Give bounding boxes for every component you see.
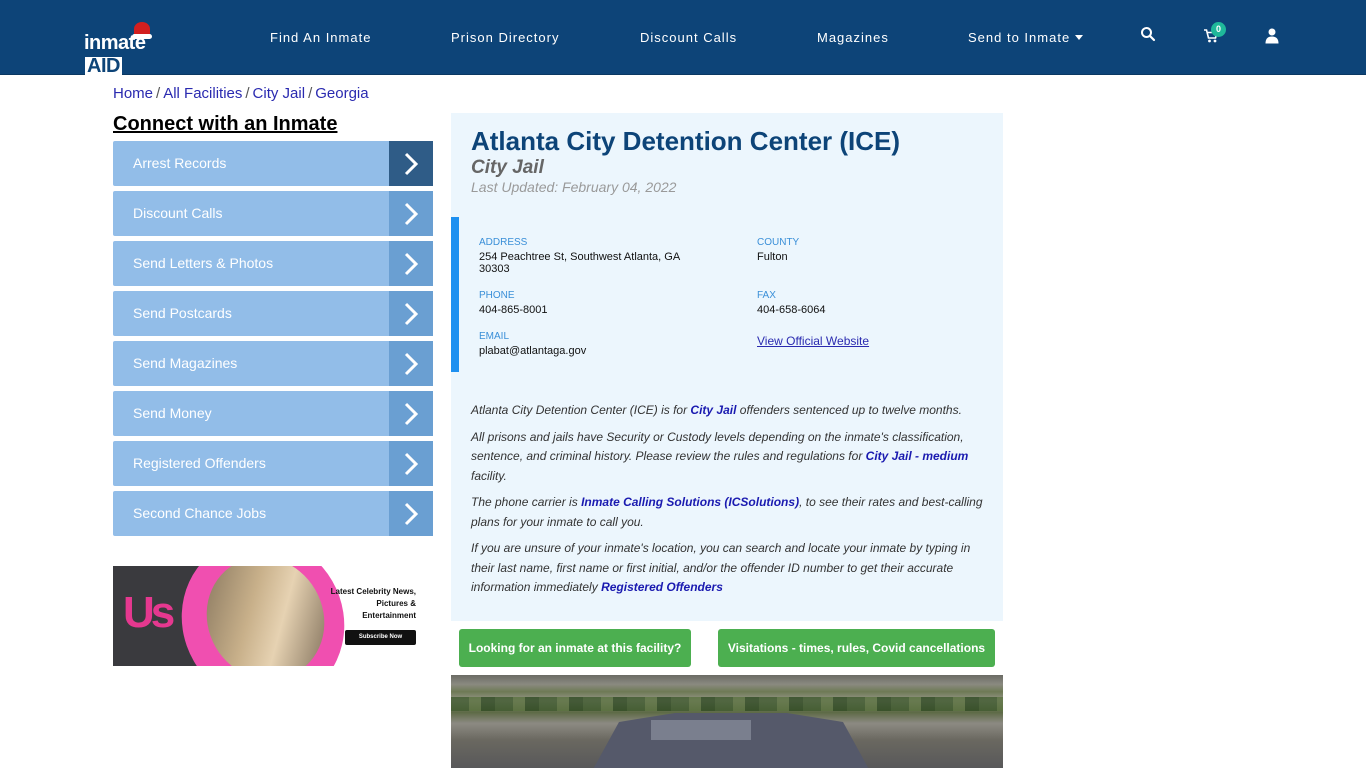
sidebar-item-label: Arrest Records [133,155,227,171]
breadcrumb-home[interactable]: Home [113,85,153,102]
address-label: ADDRESS [479,237,528,248]
nav-find-an-inmate[interactable]: Find An Inmate [270,30,371,45]
us-weekly-ad-banner[interactable]: Us Latest Celebrity News, Pictures & Ent… [113,566,419,666]
ad-brand-logo: Us [123,588,175,637]
text: Atlanta City Detention Center (ICE) is f… [471,403,691,417]
fax-value: 404-658-6064 [757,304,826,316]
chevron-right-icon [389,141,433,186]
sidebar-item-label: Send Letters & Photos [133,255,274,271]
find-inmate-at-facility-button[interactable]: Looking for an inmate at this facility? [459,629,691,667]
text: The phone carrier is [471,495,582,509]
text: offenders sentenced up to twelve months. [736,403,962,417]
address-line2: 30303 [479,263,510,275]
chevron-right-icon [389,491,433,536]
facility-contact-info: ADDRESS 254 Peachtree St, Southwest Atla… [451,217,1003,372]
breadcrumb-separator: / [308,85,313,102]
sidebar-item-send-money[interactable]: Send Money [113,391,433,436]
logo-accent: AID [85,55,122,77]
description-paragraph: All prisons and jails have Security or C… [471,428,991,487]
visitations-button[interactable]: Visitations - times, rules, Covid cancel… [718,629,995,667]
nav-prison-directory[interactable]: Prison Directory [451,30,559,45]
icsolutions-link[interactable]: Inmate Calling Solutions (ICSolutions) [581,495,799,509]
chevron-right-icon [389,441,433,486]
nav-magazines[interactable]: Magazines [817,30,889,45]
sidebar-item-label: Send Money [133,405,212,421]
sidebar-item-label: Send Magazines [133,355,238,371]
photo-trees [451,697,1003,711]
sidebar-item-label: Registered Offenders [133,455,266,471]
nav-discount-calls[interactable]: Discount Calls [640,30,737,45]
registered-offenders-link[interactable]: Registered Offenders [601,580,723,594]
facility-name: Atlanta City Detention Center (ICE) [471,126,901,156]
description-paragraph: Atlanta City Detention Center (ICE) is f… [471,401,991,421]
fax-field: FAX 404-658-6064 [757,290,826,316]
breadcrumb: Home / All Facilities / City Jail / Georgia [113,85,369,102]
chevron-right-icon [389,191,433,236]
county-label: COUNTY [757,237,800,248]
facility-card: Atlanta City Detention Center (ICE) City… [451,113,1003,621]
ad-subscribe-button[interactable]: Subscribe Now [345,630,416,645]
breadcrumb-separator: / [245,85,250,102]
sidebar-item-label: Discount Calls [133,205,223,221]
sidebar-item-send-letters-photos[interactable]: Send Letters & Photos [113,241,433,286]
top-navbar: inmateAID Find An Inmate Prison Director… [0,0,1366,76]
county-field: COUNTY Fulton [757,237,799,263]
facility-description: Atlanta City Detention Center (ICE) is f… [471,401,991,605]
sidebar-item-label: Send Postcards [133,305,232,321]
sidebar-item-discount-calls[interactable]: Discount Calls [113,191,433,236]
caret-down-icon [1075,35,1084,41]
address-line1: 254 Peachtree St, Southwest Atlanta, GA [479,251,681,263]
text: facility. [471,468,507,483]
chevron-right-icon [389,341,433,386]
breadcrumb-georgia[interactable]: Georgia [315,85,368,102]
ad-headline: Latest Celebrity News, Pictures & Entert… [330,587,416,620]
email-value: plabat@atlantaga.gov [479,345,587,357]
facility-aerial-photo [451,675,1003,768]
sidebar-item-label: Second Chance Jobs [133,505,267,521]
city-jail-link[interactable]: City Jail [690,403,736,417]
phone-field: PHONE 404-865-8001 [479,290,548,316]
email-label: EMAIL [479,331,510,342]
chevron-right-icon [389,291,433,336]
last-updated: Last Updated: February 04, 2022 [471,179,677,195]
inmateaid-logo[interactable]: inmateAID [84,22,180,76]
search-icon[interactable] [1140,26,1160,46]
cart-count-badge: 0 [1211,22,1226,37]
breadcrumb-separator: / [156,85,161,102]
email-field: EMAIL plabat@atlantaga.gov [479,331,586,357]
breadcrumb-all-facilities[interactable]: All Facilities [163,85,242,102]
sidebar-item-second-chance-jobs[interactable]: Second Chance Jobs [113,491,433,536]
chevron-right-icon [389,391,433,436]
chevron-right-icon [389,241,433,286]
sidebar-title: Connect with an Inmate [113,113,338,135]
sidebar-menu: Arrest Records Discount Calls Send Lette… [113,141,433,541]
description-paragraph: If you are unsure of your inmate's locat… [471,539,991,598]
nav-send-to-inmate[interactable]: Send to Inmate [968,30,1084,45]
county-value: Fulton [757,251,788,263]
sidebar-item-registered-offenders[interactable]: Registered Offenders [113,441,433,486]
sidebar-item-send-magazines[interactable]: Send Magazines [113,341,433,386]
phone-value: 404-865-8001 [479,304,548,316]
description-paragraph: The phone carrier is Inmate Calling Solu… [471,493,991,532]
address-field: ADDRESS 254 Peachtree St, Southwest Atla… [479,237,709,275]
logo-text: inmate [84,32,146,54]
sidebar-item-send-postcards[interactable]: Send Postcards [113,291,433,336]
fax-label: FAX [757,290,776,301]
facility-type: City Jail [471,157,544,178]
nav-send-to-inmate-label: Send to Inmate [968,30,1071,45]
sidebar-item-arrest-records[interactable]: Arrest Records [113,141,433,186]
official-website-link[interactable]: View Official Website [757,334,869,348]
phone-label: PHONE [479,290,515,301]
user-icon[interactable] [1265,28,1285,48]
photo-roof [651,720,751,740]
breadcrumb-city-jail[interactable]: City Jail [253,85,306,102]
city-jail-medium-link[interactable]: City Jail - medium [866,449,969,463]
